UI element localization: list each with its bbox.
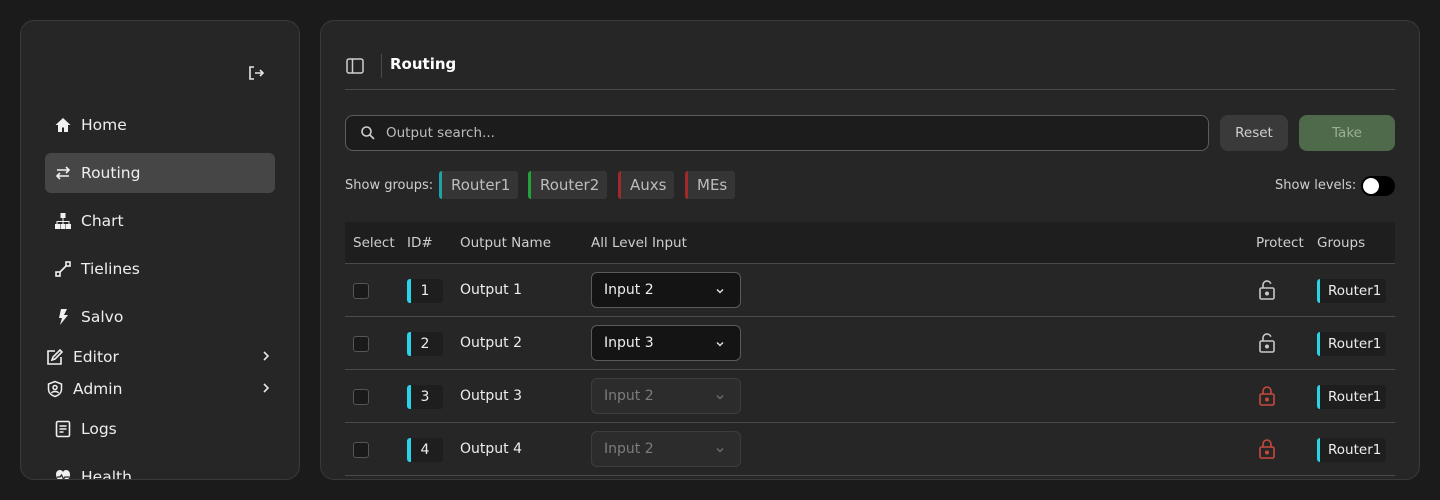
sidebar-item-label: Chart xyxy=(81,212,124,230)
input-select-disabled: Input 2 xyxy=(591,431,741,467)
sidebar-item-routing[interactable]: Routing xyxy=(45,153,275,193)
sidebar-item-label: Tielines xyxy=(81,260,140,278)
select-checkbox[interactable] xyxy=(353,336,369,352)
show-groups-label: Show groups: xyxy=(345,178,434,193)
home-icon xyxy=(53,115,73,135)
group-chip-mes[interactable]: MEs xyxy=(685,171,736,199)
sidebar-item-health[interactable]: Health xyxy=(45,457,275,480)
column-header-output-name: Output Name xyxy=(460,235,552,251)
hierarchy-icon xyxy=(53,211,73,231)
show-levels-label: Show levels: xyxy=(1275,178,1357,193)
output-id: 4 xyxy=(407,438,443,462)
reset-button[interactable]: Reset xyxy=(1220,115,1288,151)
column-header-groups: Groups xyxy=(1317,235,1366,251)
table-row: 4 Output 4 Input 2 Router1 xyxy=(345,423,1395,476)
input-select-value: Input 2 xyxy=(604,282,654,298)
input-select-disabled: Input 2 xyxy=(591,378,741,414)
chevron-down-icon xyxy=(714,391,726,403)
group-chip-router1[interactable]: Router1 xyxy=(439,171,519,199)
select-checkbox[interactable] xyxy=(353,389,369,405)
logout-icon[interactable] xyxy=(246,63,266,83)
column-header-all-level-input: All Level Input xyxy=(591,235,687,251)
input-select-value: Input 2 xyxy=(604,388,654,404)
main-panel: Routing Reset Take Show groups: Router1 … xyxy=(320,20,1420,480)
sidebar-item-admin[interactable]: Admin xyxy=(45,369,275,409)
table-row: 1 Output 1 Input 2 Router1 xyxy=(345,264,1395,317)
sidebar-item-label: Logs xyxy=(81,420,117,438)
sidebar-item-salvo[interactable]: Salvo xyxy=(45,297,275,337)
sidebar-item-chart[interactable]: Chart xyxy=(45,201,275,241)
table-row: 2 Output 2 Input 3 Router1 xyxy=(345,317,1395,370)
group-tag: Router1 xyxy=(1317,332,1386,356)
sidebar-item-label: Health xyxy=(81,468,132,480)
column-header-id: ID# xyxy=(407,235,433,251)
sidebar-toggle-icon[interactable] xyxy=(345,56,365,76)
take-button[interactable]: Take xyxy=(1299,115,1395,151)
header-rule xyxy=(345,89,1395,90)
output-name: Output 1 xyxy=(460,282,522,298)
chevron-down-icon xyxy=(714,444,726,456)
diagonal-link-icon xyxy=(53,259,73,279)
sidebar-item-label: Routing xyxy=(81,164,141,182)
sidebar-item-label: Editor xyxy=(73,348,119,366)
output-name: Output 2 xyxy=(460,335,522,351)
sidebar-item-label: Home xyxy=(81,116,127,134)
chevron-down-icon xyxy=(714,338,726,350)
swap-arrows-icon xyxy=(53,163,73,183)
show-levels-toggle[interactable] xyxy=(1361,176,1395,196)
column-header-protect: Protect xyxy=(1256,235,1304,251)
search-icon xyxy=(360,125,376,141)
input-select[interactable]: Input 3 xyxy=(591,325,741,361)
lightning-icon xyxy=(53,307,73,327)
heart-pulse-icon xyxy=(53,467,73,479)
chevron-right-icon[interactable] xyxy=(259,349,273,363)
sidebar-item-logs[interactable]: Logs xyxy=(45,409,275,449)
sidebar-item-tielines[interactable]: Tielines xyxy=(45,249,275,289)
document-lines-icon xyxy=(53,419,73,439)
column-header-select: Select xyxy=(353,235,395,251)
output-id: 3 xyxy=(407,385,443,409)
input-select-value: Input 2 xyxy=(604,441,654,457)
group-tag: Router1 xyxy=(1317,385,1386,409)
header-divider xyxy=(381,54,382,78)
output-name: Output 3 xyxy=(460,388,522,404)
search-input[interactable] xyxy=(386,125,1186,141)
group-chip-router2[interactable]: Router2 xyxy=(528,171,608,199)
sidebar-item-label: Salvo xyxy=(81,308,124,326)
unlock-icon[interactable] xyxy=(1257,332,1277,354)
output-id: 1 xyxy=(407,279,443,303)
select-checkbox[interactable] xyxy=(353,442,369,458)
toggle-knob xyxy=(1363,178,1379,194)
input-select-value: Input 3 xyxy=(604,335,654,351)
select-checkbox[interactable] xyxy=(353,283,369,299)
chevron-right-icon[interactable] xyxy=(259,381,273,395)
sidebar-item-home[interactable]: Home xyxy=(45,105,275,145)
output-id: 2 xyxy=(407,332,443,356)
table-header: Select ID# Output Name All Level Input P… xyxy=(345,222,1395,264)
input-select[interactable]: Input 2 xyxy=(591,272,741,308)
shield-user-icon xyxy=(45,379,65,399)
sidebar: Home Routing Chart Tielines Salvo Editor… xyxy=(20,20,300,480)
lock-icon[interactable] xyxy=(1257,438,1277,460)
search-box[interactable] xyxy=(345,115,1209,151)
sidebar-item-label: Admin xyxy=(73,380,123,398)
edit-square-icon xyxy=(45,347,65,367)
table-row: 3 Output 3 Input 2 Router1 xyxy=(345,370,1395,423)
page-title: Routing xyxy=(390,55,457,73)
lock-icon[interactable] xyxy=(1257,385,1277,407)
output-name: Output 4 xyxy=(460,441,522,457)
chevron-down-icon xyxy=(714,285,726,297)
group-tag: Router1 xyxy=(1317,438,1386,462)
group-tag: Router1 xyxy=(1317,279,1386,303)
group-chip-auxs[interactable]: Auxs xyxy=(618,171,675,199)
unlock-icon[interactable] xyxy=(1257,279,1277,301)
